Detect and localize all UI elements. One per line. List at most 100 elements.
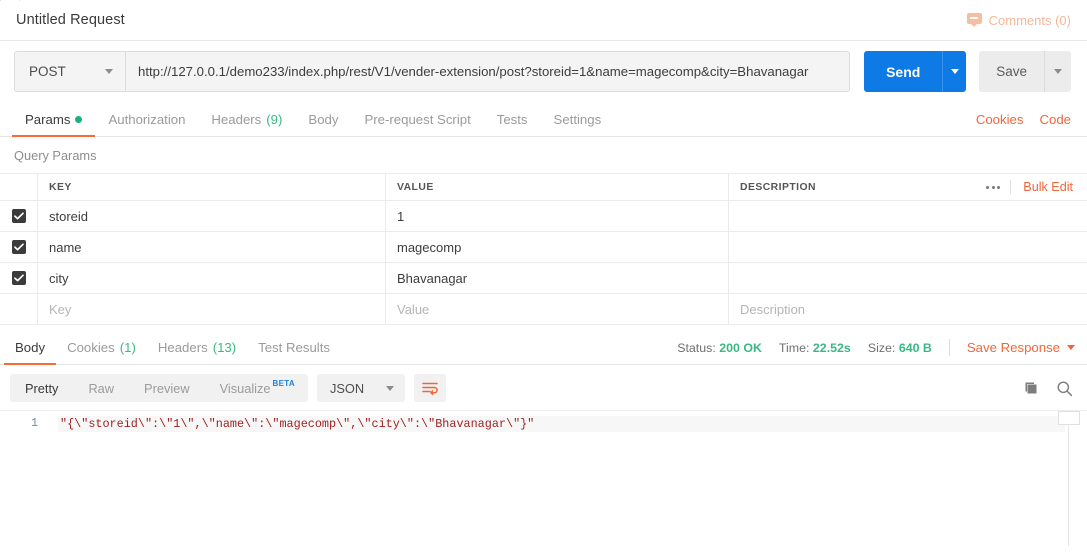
search-button[interactable] [1056, 380, 1073, 397]
response-tab-body[interactable]: Body [4, 340, 57, 365]
response-tab-cookies-label: Cookies [67, 340, 115, 355]
send-group: Send [864, 51, 967, 92]
word-wrap-icon [422, 382, 438, 395]
param-value[interactable]: Bhavanagar [397, 271, 467, 286]
param-value[interactable]: magecomp [397, 240, 461, 255]
tab-body-label: Body [308, 112, 339, 127]
save-button[interactable]: Save [979, 51, 1044, 92]
param-key[interactable]: name [49, 240, 82, 255]
time-label: Time: [778, 340, 810, 355]
status-badge: 200 OK [719, 340, 762, 355]
response-tab-test-results-label: Test Results [258, 340, 330, 355]
send-options-button[interactable] [942, 51, 967, 92]
body-view-switcher: Pretty Raw Preview Visualize BETA [10, 374, 308, 402]
chevron-down-icon [1067, 345, 1075, 350]
tab-tests[interactable]: Tests [484, 112, 541, 136]
param-value[interactable]: 1 [397, 209, 404, 224]
beta-badge: BETA [272, 378, 295, 388]
response-tab-cookies-count: (1) [119, 340, 136, 355]
cookies-link[interactable]: Cookies [976, 112, 1024, 127]
status-label: Status: [677, 340, 716, 355]
comments-button[interactable]: Comments (0) [966, 12, 1071, 28]
chevron-down-icon [386, 385, 395, 391]
row-checkbox[interactable] [11, 240, 26, 254]
url-text: http://127.0.0.1/demo233/index.php/rest/… [138, 64, 809, 79]
time-group: Time: 22.52s [779, 341, 851, 355]
tab-tests-label: Tests [496, 112, 528, 127]
divider [948, 339, 950, 356]
tab-params[interactable]: Params [12, 112, 96, 137]
body-format-label: JSON [329, 380, 365, 396]
params-modified-dot-icon [75, 116, 83, 123]
tab-authorization[interactable]: Authorization [95, 112, 198, 136]
postman-window: Untitled Request Comments (0) POST http:… [0, 0, 1087, 555]
request-titlebar: Untitled Request Comments (0) [0, 0, 1087, 41]
response-tab-test-results[interactable]: Test Results [247, 340, 341, 364]
column-header-description: DESCRIPTION [740, 181, 816, 193]
response-tab-headers[interactable]: Headers (13) [147, 340, 247, 364]
tab-settings[interactable]: Settings [541, 112, 615, 136]
table-header-row: KEY VALUE DESCRIPTION Bulk Edit [0, 174, 1087, 201]
size-label: Size: [867, 340, 896, 355]
response-body-content: "{\"storeid\":\"1\",\"name\":\"magecomp\… [58, 416, 1065, 432]
word-wrap-button[interactable] [414, 374, 447, 402]
new-param-value-input[interactable]: Value [397, 302, 429, 317]
table-row: storeid 1 [0, 201, 1087, 232]
table-row-empty: Key Value Description [0, 294, 1087, 325]
more-options-icon[interactable] [986, 180, 1012, 194]
response-tab-body-label: Body [15, 340, 46, 355]
request-tabs-actions: Cookies Code [976, 112, 1071, 136]
param-key[interactable]: storeid [49, 209, 88, 224]
chevron-down-icon [1054, 69, 1062, 74]
tab-authorization-label: Authorization [108, 112, 186, 127]
table-actions: Bulk Edit [986, 174, 1073, 200]
view-pretty[interactable]: Pretty [10, 374, 73, 402]
viewer-right-rule [1068, 411, 1069, 546]
comments-label: Comments (0) [988, 12, 1071, 28]
response-meta: Status: 200 OK Time: 22.52s Size: 640 B … [677, 339, 1075, 364]
table-row: name magecomp [0, 232, 1087, 263]
bulk-edit-button[interactable]: Bulk Edit [1023, 180, 1073, 194]
query-params-table: KEY VALUE DESCRIPTION Bulk Edit storeid … [0, 173, 1087, 325]
chevron-down-icon [105, 69, 113, 74]
response-tabs: Body Cookies (1) Headers (13) Test Resul… [0, 332, 1087, 365]
url-input[interactable]: http://127.0.0.1/demo233/index.php/rest/… [125, 51, 851, 92]
row-checkbox[interactable] [11, 209, 26, 223]
code-link[interactable]: Code [1039, 112, 1071, 127]
response-tab-headers-count: (13) [212, 340, 237, 355]
param-key[interactable]: city [49, 271, 69, 286]
http-method-label: POST [29, 64, 66, 79]
view-preview[interactable]: Preview [129, 374, 205, 402]
page-title: Untitled Request [16, 12, 125, 28]
http-method-selector[interactable]: POST [14, 51, 125, 92]
response-tab-cookies[interactable]: Cookies (1) [56, 340, 147, 364]
comment-icon [966, 13, 982, 27]
tab-headers[interactable]: Headers (9) [198, 112, 295, 136]
time-value: 22.52s [812, 340, 851, 355]
row-checkbox[interactable] [11, 271, 26, 285]
save-response-label: Save Response [966, 340, 1060, 355]
view-raw[interactable]: Raw [73, 374, 129, 402]
copy-button[interactable] [1023, 380, 1039, 396]
tab-params-label: Params [25, 112, 71, 127]
table-row: city Bhavanagar [0, 263, 1087, 294]
header-checkbox-cell [0, 174, 38, 200]
empty-checkbox-cell [0, 294, 38, 324]
view-visualize[interactable]: Visualize BETA [205, 374, 308, 402]
response-body-viewer[interactable]: 1 "{\"storeid\":\"1\",\"name\":\"magecom… [0, 410, 1087, 546]
horizontal-scrollbar[interactable] [1058, 411, 1080, 425]
query-params-label: Query Params [14, 148, 97, 163]
column-header-value: VALUE [397, 181, 434, 193]
new-param-key-input[interactable]: Key [49, 302, 71, 317]
tab-headers-count: (9) [266, 112, 283, 127]
line-number: 1 [31, 417, 38, 430]
save-response-button[interactable]: Save Response [967, 340, 1075, 355]
new-param-description-input[interactable]: Description [740, 302, 805, 317]
tab-pre-request-script[interactable]: Pre-request Script [351, 112, 483, 136]
tab-pre-request-script-label: Pre-request Script [364, 112, 471, 127]
save-options-button[interactable] [1044, 51, 1071, 92]
send-button[interactable]: Send [864, 51, 943, 92]
body-format-selector[interactable]: JSON [316, 374, 406, 402]
tab-body[interactable]: Body [295, 112, 351, 136]
tab-stub [0, 0, 20, 1]
